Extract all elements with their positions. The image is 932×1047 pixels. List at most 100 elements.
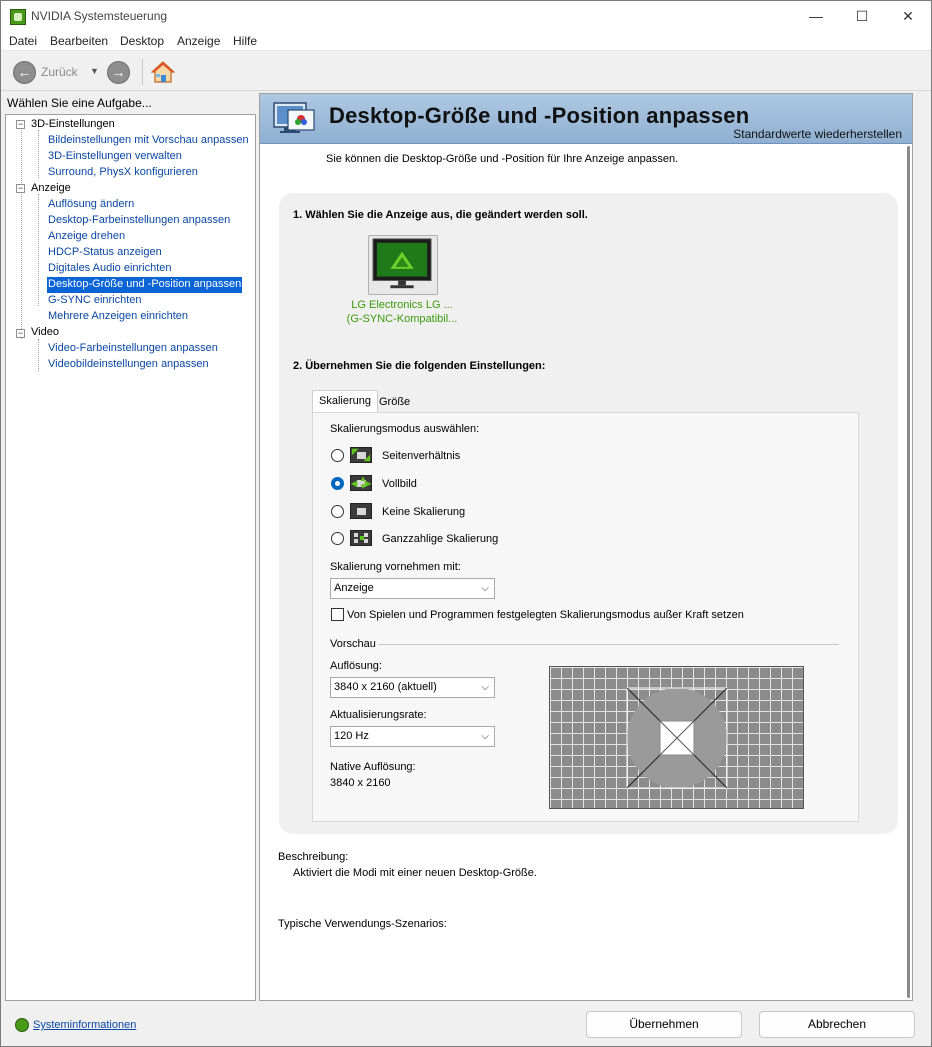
radio-vollbild[interactable] [331,477,344,490]
chevron-down-icon: ⌵ [481,731,489,742]
tree-group-video[interactable]: Video [31,325,59,341]
page-banner: Desktop-Größe und -Position anpassen Sta… [260,94,912,144]
menu-hilfe[interactable]: Hilfe [233,34,257,48]
collapse-toggle-3d[interactable]: − [16,120,25,129]
sidebar-item-surround-physx[interactable]: Surround, PhysX konfigurieren [48,165,198,181]
refresh-rate-value: 120 Hz [334,730,369,742]
display-selector[interactable] [368,235,438,295]
tree-line [21,130,22,339]
app-window: NVIDIA Systemsteuerung — ☐ ✕ Datei Bearb… [0,0,932,1047]
usage-scenarios-label: Typische Verwendungs-Szenarios: [278,918,447,930]
apply-button[interactable]: Übernehmen [586,1011,742,1038]
perform-scaling-value: Anzeige [334,582,374,594]
sidebar-item-3d-verwalten[interactable]: 3D-Einstellungen verwalten [48,149,182,165]
collapse-toggle-anzeige[interactable]: − [16,184,25,193]
preview-divider [378,644,839,645]
content-scrollbar[interactable] [907,146,910,998]
task-pane-header: Wählen Sie eine Aufgabe... [7,96,152,110]
sidebar-item-hdcp[interactable]: HDCP-Status anzeigen [48,245,162,261]
task-tree: − 3D-Einstellungen Bildeinstellungen mit… [5,114,256,1001]
menu-datei[interactable]: Datei [9,34,37,48]
chevron-down-icon: ⌵ [481,583,489,594]
scaling-mode-label: Skalierungsmodus auswählen: [330,423,480,435]
page-title: Desktop-Größe und -Position anpassen [329,103,750,128]
resolution-value: 3840 x 2160 (aktuell) [334,681,437,693]
preview-section-label: Vorschau [330,638,376,650]
settings-panel: 1. Wählen Sie die Anzeige aus, die geänd… [279,193,898,834]
back-arrow-icon[interactable]: ← [13,61,36,84]
refresh-rate-select[interactable]: 120 Hz ⌵ [330,726,495,747]
resolution-select[interactable]: 3840 x 2160 (aktuell) ⌵ [330,677,495,698]
menu-anzeige[interactable]: Anzeige [177,34,220,48]
display-settings-icon [273,102,315,133]
menu-bearbeiten[interactable]: Bearbeiten [50,34,108,48]
menu-bar: Datei Bearbeiten Desktop Anzeige Hilfe [1,31,931,51]
home-icon[interactable] [151,60,175,84]
perform-scaling-label: Skalierung vornehmen mit: [330,561,461,573]
sidebar-item-anzeige-drehen[interactable]: Anzeige drehen [48,229,125,245]
sidebar-item-video-farbe[interactable]: Video-Farbeinstellungen anpassen [48,341,218,357]
tree-group-anzeige[interactable]: Anzeige [31,181,71,197]
cancel-button[interactable]: Abbrechen [759,1011,915,1038]
back-button-label[interactable]: Zurück [41,65,78,79]
tab-groesse[interactable]: Größe [373,392,416,414]
close-button[interactable]: ✕ [885,1,931,31]
radio-seitenverhaeltnis[interactable] [331,449,344,462]
scaling-tab-content: Skalierungsmodus auswählen: ◤ ◢ Seitenver… [312,412,859,822]
display-name-line2[interactable]: (G-SYNC-Kompatibil... [332,313,472,325]
option-keine-skalierung-label[interactable]: Keine Skalierung [382,506,465,518]
tree-line [38,130,39,178]
chevron-down-icon: ⌵ [481,682,489,693]
sidebar-item-aufloesung[interactable]: Auflösung ändern [48,197,134,213]
step2-heading: 2. Übernehmen Sie die folgenden Einstell… [293,360,546,372]
radio-keine-skalierung[interactable] [331,505,344,518]
tree-group-3d-einstellungen[interactable]: 3D-Einstellungen [31,117,115,133]
sidebar-item-bildeinstellungen[interactable]: Bildeinstellungen mit Vorschau anpassen [48,133,249,149]
info-icon [15,1018,29,1032]
aspect-ratio-icon: ◤ ◢ [350,447,372,463]
step1-heading: 1. Wählen Sie die Anzeige aus, die geänd… [293,209,588,221]
integer-scaling-icon [350,530,372,546]
sidebar-item-desktop-groesse[interactable]: Desktop-Größe und -Position anpassen [47,277,243,293]
menu-desktop[interactable]: Desktop [120,34,164,48]
system-info-link[interactable]: Systeminformationen [33,1019,136,1031]
native-resolution-value: 3840 x 2160 [330,777,391,789]
collapse-toggle-video[interactable]: − [16,329,25,338]
display-name-line1[interactable]: LG Electronics LG ... [332,299,472,311]
page-intro: Sie können die Desktop-Größe und -Positi… [326,153,679,165]
native-resolution-label: Native Auflösung: [330,761,416,773]
tree-line [38,194,39,306]
monitor-icon [372,238,432,289]
tab-skalierung[interactable]: Skalierung [312,390,378,412]
sidebar-item-gsync[interactable]: G-SYNC einrichten [48,293,142,309]
tree-line [38,339,39,371]
sidebar-item-desktop-farbe[interactable]: Desktop-Farbeinstellungen anpassen [48,213,230,229]
title-bar: NVIDIA Systemsteuerung — ☐ ✕ [1,1,931,31]
sidebar-item-videobild[interactable]: Videobildeinstellungen anpassen [48,357,209,373]
history-dropdown-icon[interactable]: ▼ [90,66,99,76]
preview-test-pattern [626,687,728,789]
override-scaling-checkbox[interactable] [331,608,344,621]
maximize-button[interactable]: ☐ [839,1,885,31]
sidebar-item-mehrere-anzeigen[interactable]: Mehrere Anzeigen einrichten [48,309,188,325]
forward-arrow-icon[interactable]: → [107,61,130,84]
description-label: Beschreibung: [278,851,349,863]
radio-ganzzahlige-skalierung[interactable] [331,532,344,545]
override-scaling-label[interactable]: Von Spielen und Programmen festgelegten … [347,609,744,621]
option-vollbild-label[interactable]: Vollbild [382,478,417,490]
footer-bar: Systeminformationen Übernehmen Abbrechen [1,1002,931,1046]
scaling-preview [549,666,804,809]
option-ganzzahlige-skalierung-label[interactable]: Ganzzahlige Skalierung [382,533,498,545]
perform-scaling-select[interactable]: Anzeige ⌵ [330,578,495,599]
option-seitenverhaeltnis-label[interactable]: Seitenverhältnis [382,450,460,462]
fullscreen-icon: ▲ ▼ ◀ ▶ [350,474,372,491]
task-pane: Wählen Sie eine Aufgabe... − 3D-Einstell… [1,92,257,1002]
minimize-button[interactable]: — [793,1,839,31]
resolution-label: Auflösung: [330,660,382,672]
content-pane: Desktop-Größe und -Position anpassen Sta… [259,93,913,1001]
nvidia-app-icon [10,9,26,25]
refresh-rate-label: Aktualisierungsrate: [330,709,427,721]
toolbar-separator [142,59,143,85]
sidebar-item-digitales-audio[interactable]: Digitales Audio einrichten [48,261,172,277]
restore-defaults-link[interactable]: Standardwerte wiederherstellen [733,127,902,141]
